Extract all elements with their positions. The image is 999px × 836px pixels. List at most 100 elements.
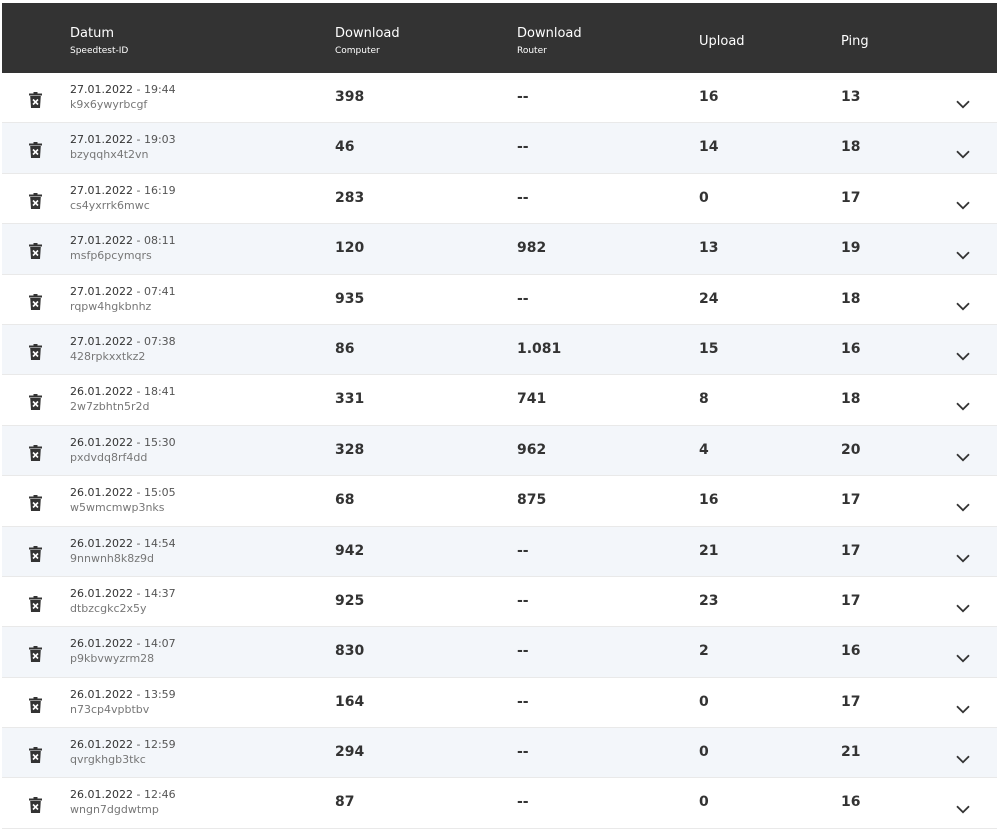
trash-icon[interactable] bbox=[29, 495, 42, 512]
trash-icon[interactable] bbox=[29, 797, 42, 814]
chevron-down-icon[interactable] bbox=[956, 699, 970, 714]
date-text: 26.01.2022 bbox=[70, 536, 133, 550]
upload-value: 21 bbox=[699, 542, 719, 559]
date-cell: 26.01.2022 - 12:46 wngn7dgdwtmp bbox=[70, 787, 176, 817]
speedtest-id: qvrgkhgb3tkc bbox=[70, 753, 146, 767]
table-row[interactable]: 27.01.2022 - 19:03 bzyqqhx4t2vn 46 -- 14 18 bbox=[2, 123, 997, 174]
upload-value: 24 bbox=[699, 290, 719, 307]
chevron-down-icon[interactable] bbox=[956, 548, 970, 562]
trash-icon[interactable] bbox=[29, 394, 42, 411]
date-cell: 27.01.2022 - 08:11 msfp6pcymqrs bbox=[70, 233, 176, 263]
ping-value: 18 bbox=[841, 391, 861, 408]
chevron-down-icon[interactable] bbox=[956, 396, 970, 411]
chevron-down-icon[interactable] bbox=[956, 799, 970, 814]
upload-value: 0 bbox=[699, 744, 709, 761]
chevron-down-icon[interactable] bbox=[956, 598, 970, 613]
time-separator: - bbox=[132, 284, 144, 298]
chevron-down-icon[interactable] bbox=[956, 245, 970, 260]
table-row[interactable]: 26.01.2022 - 14:54 9nnwnh8k8z9d 942 -- 21 17 bbox=[2, 526, 997, 577]
download-router-value: -- bbox=[517, 592, 529, 609]
date-cell: 27.01.2022 - 16:19 cs4yxrrk6mwc bbox=[70, 183, 176, 213]
time-text: 07:38 bbox=[143, 334, 176, 348]
table-row[interactable]: 27.01.2022 - 19:44 k9x6ywyrbcgf 398 -- 16 13 bbox=[2, 73, 997, 124]
download-router-value: -- bbox=[517, 290, 529, 307]
date-cell: 26.01.2022 - 18:41 2w7zbhtn5r2d bbox=[70, 384, 176, 414]
header-download-router-sub: Router bbox=[517, 46, 547, 56]
time-text: 14:07 bbox=[143, 637, 176, 651]
table-row[interactable]: 26.01.2022 - 15:05 w5wmcmwp3nks 68 875 16 17 bbox=[2, 476, 997, 527]
chevron-down-icon[interactable] bbox=[956, 144, 970, 159]
speedtest-id: rqpw4hgkbnhz bbox=[70, 299, 152, 313]
trash-icon[interactable] bbox=[29, 343, 42, 360]
ping-value: 21 bbox=[841, 744, 861, 761]
trash-icon[interactable] bbox=[29, 243, 42, 260]
date-text: 26.01.2022 bbox=[70, 586, 133, 600]
date-cell: 27.01.2022 - 19:44 k9x6ywyrbcgf bbox=[70, 82, 176, 112]
download-router-value: 741 bbox=[517, 391, 547, 408]
upload-value: 4 bbox=[699, 441, 709, 458]
time-text: 07:41 bbox=[143, 284, 176, 298]
speedtest-id: k9x6ywyrbcgf bbox=[70, 98, 148, 111]
date-text: 26.01.2022 bbox=[70, 385, 133, 399]
download-computer-value: 86 bbox=[335, 340, 355, 357]
upload-value: 16 bbox=[699, 89, 719, 105]
chevron-down-icon[interactable] bbox=[956, 346, 970, 361]
upload-value: 0 bbox=[699, 189, 709, 206]
trash-icon[interactable] bbox=[29, 646, 42, 663]
trash-icon[interactable] bbox=[29, 747, 42, 764]
chevron-down-icon[interactable] bbox=[956, 296, 970, 311]
chevron-down-icon[interactable] bbox=[956, 94, 970, 109]
date-time-line: 26.01.2022 - 12:59 bbox=[70, 737, 176, 752]
time-text: 19:44 bbox=[143, 83, 176, 96]
table-row[interactable]: 26.01.2022 - 14:07 p9kbvwyzrm28 830 -- 2 16 bbox=[2, 627, 997, 678]
download-computer-value: 328 bbox=[335, 441, 365, 458]
trash-icon[interactable] bbox=[29, 444, 42, 461]
trash-icon[interactable] bbox=[29, 192, 42, 209]
download-router-value: -- bbox=[517, 139, 529, 156]
date-cell: 26.01.2022 - 12:59 qvrgkhgb3tkc bbox=[70, 737, 176, 767]
table-row[interactable]: 26.01.2022 - 13:59 n73cp4vpbtbv 164 -- 0 17 bbox=[2, 677, 997, 729]
time-separator: - bbox=[132, 738, 144, 752]
table-header: Datum Speedtest-ID Download Computer Dow… bbox=[2, 3, 997, 73]
date-text: 27.01.2022 bbox=[70, 133, 133, 147]
table-row[interactable]: 26.01.2022 - 12:46 wngn7dgdwtmp 87 -- 0 16 bbox=[2, 778, 997, 829]
trash-icon[interactable] bbox=[29, 595, 42, 612]
download-computer-value: 942 bbox=[335, 542, 365, 559]
chevron-down-icon[interactable] bbox=[956, 648, 970, 663]
ping-value: 17 bbox=[841, 693, 861, 710]
table-row[interactable]: 26.01.2022 - 12:59 qvrgkhgb3tkc 294 -- 0 21 bbox=[2, 728, 997, 779]
table-row[interactable]: 27.01.2022 - 07:38 428rpkxxtkz2 86 1.081 15 1… bbox=[2, 324, 997, 376]
date-time-line: 26.01.2022 - 14:37 bbox=[70, 586, 176, 601]
trash-icon[interactable] bbox=[29, 545, 42, 562]
speedtest-id: 428rpkxxtkz2 bbox=[70, 349, 146, 363]
date-time-line: 27.01.2022 - 08:11 bbox=[70, 233, 176, 248]
trash-icon[interactable] bbox=[29, 92, 42, 108]
time-separator: - bbox=[132, 133, 144, 147]
table-row[interactable]: 27.01.2022 - 07:41 rqpw4hgkbnhz 935 -- 24 18 bbox=[2, 274, 997, 325]
date-text: 26.01.2022 bbox=[70, 687, 133, 701]
chevron-down-icon[interactable] bbox=[956, 447, 970, 462]
date-cell: 26.01.2022 - 13:59 n73cp4vpbtbv bbox=[70, 687, 176, 717]
trash-icon[interactable] bbox=[29, 142, 42, 159]
download-computer-value: 935 bbox=[335, 290, 365, 307]
speedtest-id: p9kbvwyzrm28 bbox=[70, 652, 155, 666]
date-cell: 27.01.2022 - 07:41 rqpw4hgkbnhz bbox=[70, 284, 176, 314]
table-row[interactable]: 27.01.2022 - 08:11 msfp6pcymqrs 120 982 13 19 bbox=[2, 224, 997, 275]
date-time-line: 26.01.2022 - 14:07 bbox=[70, 636, 176, 651]
chevron-down-icon[interactable] bbox=[956, 497, 970, 512]
table-row[interactable]: 26.01.2022 - 14:37 dtbzcgkc2x5y 925 -- 23 17 bbox=[2, 576, 997, 628]
table-row[interactable]: 27.01.2022 - 16:19 cs4yxrrk6mwc 283 -- 0 17 bbox=[2, 173, 997, 225]
trash-icon[interactable] bbox=[29, 696, 42, 713]
download-computer-value: 164 bbox=[335, 693, 365, 710]
trash-icon[interactable] bbox=[29, 293, 42, 310]
chevron-down-icon[interactable] bbox=[956, 749, 970, 764]
time-separator: - bbox=[132, 334, 144, 348]
time-text: 12:46 bbox=[143, 788, 176, 802]
table-row[interactable]: 26.01.2022 - 15:30 pxdvdq8rf4dd 328 962 4 20 bbox=[2, 425, 997, 477]
table-row[interactable]: 26.01.2022 - 18:41 2w7zbhtn5r2d 331 741 8 18 bbox=[2, 375, 997, 426]
time-separator: - bbox=[132, 687, 144, 701]
download-router-value: -- bbox=[517, 89, 529, 105]
speedtest-id: wngn7dgdwtmp bbox=[70, 803, 159, 817]
time-text: 19:03 bbox=[143, 133, 176, 147]
chevron-down-icon[interactable] bbox=[956, 195, 970, 210]
